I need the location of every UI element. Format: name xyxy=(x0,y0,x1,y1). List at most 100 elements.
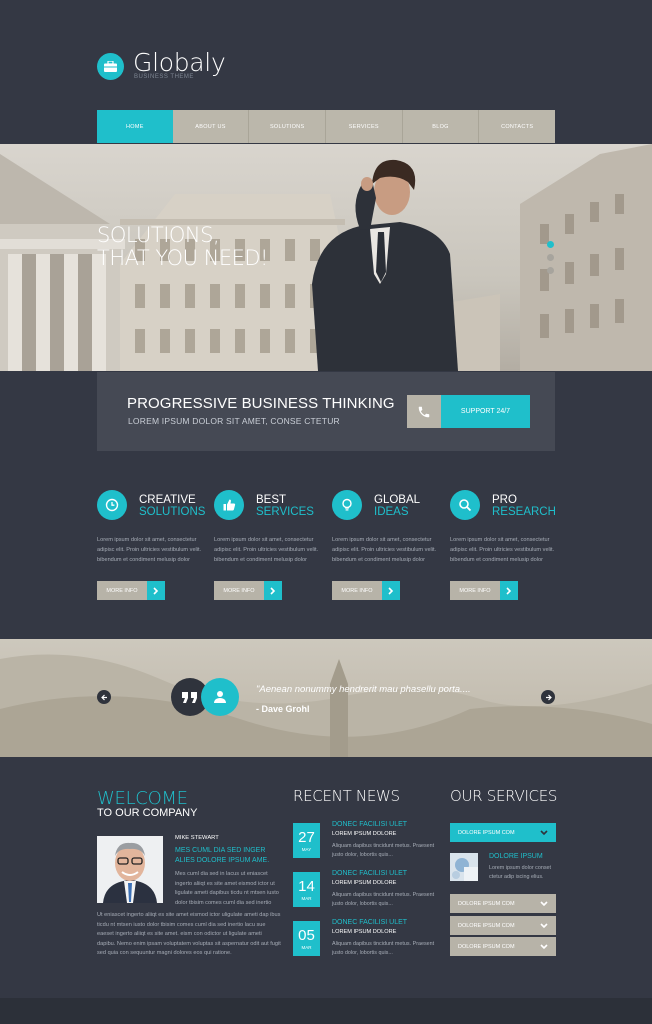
slider-dot-2[interactable] xyxy=(547,254,554,261)
news-item-subtitle: LOREM IPSUM DOLORE xyxy=(332,831,397,837)
person-photo xyxy=(97,836,163,903)
feature-3-subtitle: IDEAS xyxy=(374,506,409,518)
feature-1-title: CREATIVE xyxy=(139,494,196,506)
more-info-label: MORE INFO xyxy=(332,581,382,600)
news-month: MAY xyxy=(301,846,312,852)
feature-4-title: PRO xyxy=(492,494,517,506)
chevron-right-icon xyxy=(382,581,400,600)
accordion-label: DOLORE IPSUM COM xyxy=(458,943,515,950)
person-title: MES CUML DIA SED INGER ALIES DOLORE IPSU… xyxy=(175,847,270,864)
hero-line-1: SOLUTIONS, xyxy=(97,223,220,247)
news-date-1: 27 MAY xyxy=(293,823,320,858)
feature-2-title: BEST xyxy=(256,494,287,506)
banner-subtitle: LOREM IPSUM DOLOR SIT AMET, CONSE CTETUR xyxy=(128,416,340,426)
feature-1-more-button[interactable]: MORE INFO xyxy=(97,581,165,600)
phone-icon xyxy=(407,395,441,428)
feature-pro-research xyxy=(450,490,480,520)
chevron-right-icon xyxy=(264,581,282,600)
news-month: MAR xyxy=(301,944,312,950)
chevron-down-icon xyxy=(540,829,548,835)
chevron-down-icon xyxy=(540,900,548,906)
banner-title: PROGRESSIVE BUSINESS THINKING xyxy=(127,395,395,412)
clock-icon xyxy=(97,490,127,520)
arrow-left-icon xyxy=(100,694,107,700)
news-title: RECENT NEWS xyxy=(293,787,400,805)
thumbs-up-icon xyxy=(214,490,244,520)
main-nav: HOME ABOUT US SOLUTIONS SERVICES BLOG CO… xyxy=(97,110,555,143)
news-date-3: 05 MAR xyxy=(293,921,320,956)
more-info-label: MORE INFO xyxy=(97,581,147,600)
service-accordion-open[interactable]: DOLORE IPSUM COM xyxy=(450,823,556,842)
slider-dot-1[interactable] xyxy=(547,241,554,248)
news-item-subtitle: LOREM IPSUM DOLORE xyxy=(332,929,397,935)
service-thumbnail xyxy=(450,853,478,881)
feature-best-services xyxy=(214,490,244,520)
slider-dot-3[interactable] xyxy=(547,267,554,274)
footer-bar xyxy=(0,998,652,1024)
news-item-body: Aliquam dapibus tincidunt metus. Praesen… xyxy=(332,941,435,956)
logo-briefcase-icon[interactable] xyxy=(97,53,124,80)
nav-contacts[interactable]: CONTACTS xyxy=(479,110,555,143)
service-accordion-3[interactable]: DOLORE IPSUM COM xyxy=(450,916,556,935)
person-bio: Mes cuml dia sed in lacus ut eniascet in… xyxy=(175,871,279,906)
feature-1-subtitle: SOLUTIONS xyxy=(139,506,206,518)
more-info-label: MORE INFO xyxy=(450,581,500,600)
service-accordion-4[interactable]: DOLORE IPSUM COM xyxy=(450,937,556,956)
feature-2-more-button[interactable]: MORE INFO xyxy=(214,581,282,600)
service-accordion-2[interactable]: DOLORE IPSUM COM xyxy=(450,894,556,913)
news-day: 27 xyxy=(298,828,315,846)
news-item-title[interactable]: DONEC FACILISI ULET xyxy=(332,821,407,828)
feature-4-subtitle: RESEARCH xyxy=(492,506,556,518)
lightbulb-icon xyxy=(332,490,362,520)
services-title: OUR SERVICES xyxy=(450,787,558,805)
news-day: 05 xyxy=(298,926,315,944)
news-day: 14 xyxy=(298,877,315,895)
feature-1-body: Lorem ipsum dolor sit amet, consectetur … xyxy=(97,537,202,563)
chevron-right-icon xyxy=(147,581,165,600)
user-avatar-icon xyxy=(201,678,239,716)
search-icon xyxy=(450,490,480,520)
testimonial-next-button[interactable] xyxy=(541,690,555,704)
hero-line-2: THAT YOU NEED! xyxy=(97,246,268,270)
feature-creative-solutions xyxy=(97,490,127,520)
feature-4-more-button[interactable]: MORE INFO xyxy=(450,581,518,600)
testimonial-prev-button[interactable] xyxy=(97,690,111,704)
brand-name[interactable]: Globaly xyxy=(133,48,226,77)
nav-solutions[interactable]: SOLUTIONS xyxy=(249,110,327,143)
welcome-title: WELCOME xyxy=(97,788,188,809)
feature-3-title: GLOBAL xyxy=(374,494,421,506)
support-button[interactable]: SUPPORT 24/7 xyxy=(407,395,530,428)
service-heading: DOLORE IPSUM xyxy=(489,853,543,860)
brand-tagline: BUSINESS THEME xyxy=(134,74,194,80)
news-month: MAR xyxy=(301,895,312,901)
news-date-2: 14 MAR xyxy=(293,872,320,907)
testimonial-quote: "Aenean nonummy hendrerit mau phasellu p… xyxy=(256,684,471,695)
news-item-title[interactable]: DONEC FACILISI ULET xyxy=(332,919,407,926)
nav-about-us[interactable]: ABOUT US xyxy=(173,110,250,143)
nav-services[interactable]: SERVICES xyxy=(326,110,403,143)
welcome-body: Ut eniascet ingerto aliiqt es site amet … xyxy=(97,912,281,957)
accordion-label: DOLORE IPSUM COM xyxy=(458,900,515,907)
service-body: Lorem ipsum dolor conset ctetur adip isc… xyxy=(489,865,552,880)
nav-blog[interactable]: BLOG xyxy=(403,110,480,143)
nav-home[interactable]: HOME xyxy=(97,110,173,143)
hero-headline: SOLUTIONS, THAT YOU NEED! xyxy=(97,224,268,270)
accordion-label: DOLORE IPSUM COM xyxy=(458,922,515,929)
welcome-subtitle: TO OUR COMPANY xyxy=(97,807,198,819)
testimonial-author: - Dave Grohl xyxy=(256,704,310,714)
person-name: MIKE STEWART xyxy=(175,835,219,841)
chevron-right-icon xyxy=(500,581,518,600)
more-info-label: MORE INFO xyxy=(214,581,264,600)
feature-3-more-button[interactable]: MORE INFO xyxy=(332,581,400,600)
news-item-subtitle: LOREM IPSUM DOLORE xyxy=(332,880,397,886)
feature-2-body: Lorem ipsum dolor sit amet, consectetur … xyxy=(214,537,319,563)
chevron-down-icon xyxy=(540,922,548,928)
accordion-label: DOLORE IPSUM COM xyxy=(458,829,515,836)
feature-global-ideas xyxy=(332,490,362,520)
feature-3-body: Lorem ipsum dolor sit amet, consectetur … xyxy=(332,537,437,563)
arrow-right-icon xyxy=(545,694,552,700)
support-label: SUPPORT 24/7 xyxy=(441,395,530,428)
news-item-title[interactable]: DONEC FACILISI ULET xyxy=(332,870,407,877)
chevron-down-icon xyxy=(540,943,548,949)
news-item-body: Aliquam dapibus tincidunt metus. Praesen… xyxy=(332,843,435,858)
